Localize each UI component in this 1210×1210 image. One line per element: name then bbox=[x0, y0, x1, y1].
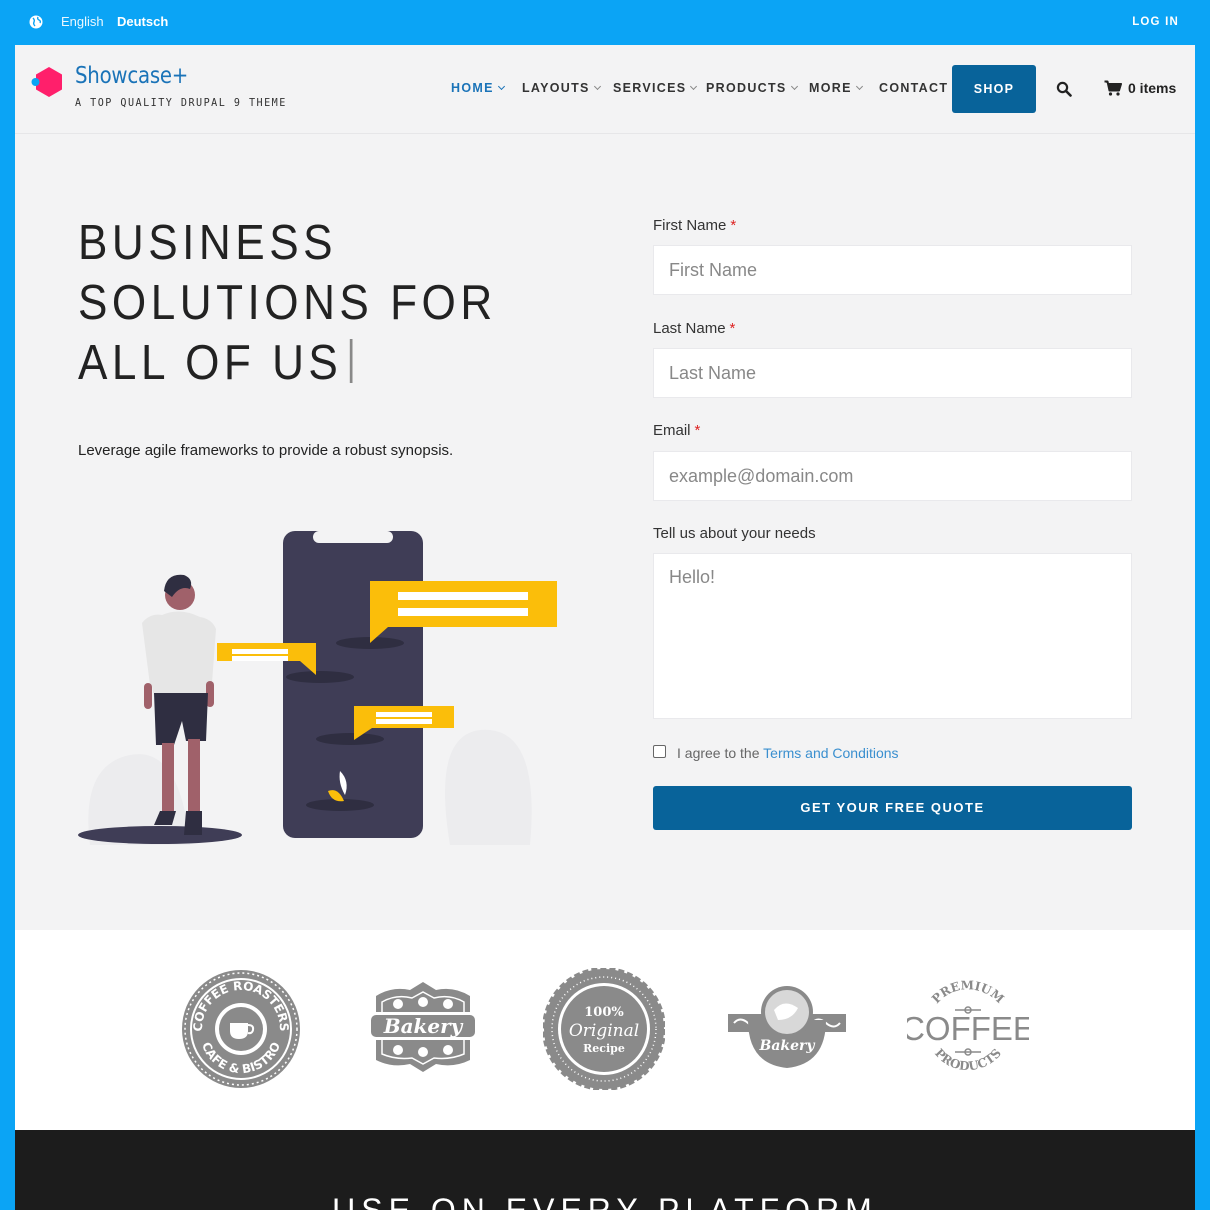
last-name-label: Last Name * bbox=[653, 320, 735, 337]
badge-text-middle: Original bbox=[569, 1021, 639, 1041]
premium-coffee-badge: PREMIUM COFFEE PRODUCTS bbox=[907, 978, 1029, 1073]
coffee-roasters-badge: COFFEE ROASTERS CAFE & BISTRO bbox=[182, 970, 300, 1088]
chevron-down-icon bbox=[790, 82, 798, 91]
required-mark: * bbox=[730, 217, 737, 234]
badge-text: Bakery bbox=[383, 1014, 464, 1038]
badge-text-bottom: PRODUCTS bbox=[932, 1046, 1004, 1073]
badge-text-top: 100% bbox=[584, 1005, 624, 1020]
cart-icon[interactable] bbox=[1104, 80, 1122, 96]
email-label-text: Email bbox=[653, 422, 691, 439]
first-name-label-text: First Name bbox=[653, 217, 727, 234]
hero-title: BUSINESS SOLUTIONS FOR ALL OF US bbox=[78, 213, 497, 393]
nav-item-label: CONTACT bbox=[879, 81, 949, 95]
platform-section: USE ON EVERY PLATFORM bbox=[15, 1130, 1195, 1210]
original-recipe-badge: 100% Original Recipe bbox=[543, 968, 665, 1090]
nav-item-home[interactable]: HOME bbox=[451, 81, 505, 97]
badge-text-top: PREMIUM bbox=[929, 978, 1007, 1006]
nav-item-services[interactable]: SERVICES bbox=[613, 81, 698, 97]
required-mark: * bbox=[694, 422, 701, 439]
site-name[interactable]: Showcase+ bbox=[75, 63, 188, 89]
shop-button[interactable]: SHOP bbox=[952, 65, 1036, 113]
client-logos-strip: COFFEE ROASTERS CAFE & BISTRO Bakery 100… bbox=[15, 930, 1195, 1130]
logo-hexagon-icon[interactable] bbox=[31, 65, 65, 99]
language-english-link[interactable]: English bbox=[61, 14, 104, 29]
hero-title-line: BUSINESS bbox=[78, 216, 338, 270]
nav-item-label: HOME bbox=[451, 81, 494, 95]
login-link[interactable]: LOG IN bbox=[1132, 16, 1179, 28]
first-name-input[interactable] bbox=[653, 245, 1132, 295]
nav-item-label: PRODUCTS bbox=[706, 81, 787, 95]
site-slogan: A TOP QUALITY DRUPAL 9 THEME bbox=[75, 96, 287, 109]
nav-item-products[interactable]: PRODUCTS bbox=[706, 81, 798, 97]
platform-section-title: USE ON EVERY PLATFORM bbox=[332, 1192, 878, 1210]
hero-subtitle: Leverage agile frameworks to provide a r… bbox=[78, 442, 454, 459]
terms-link[interactable]: Terms and Conditions bbox=[763, 745, 898, 761]
needs-label: Tell us about your needs bbox=[653, 525, 816, 542]
hero-title-line: ALL OF US bbox=[78, 336, 343, 390]
bakery-banner-badge: Bakery bbox=[728, 986, 846, 1068]
page-frame: Showcase+ A TOP QUALITY DRUPAL 9 THEME H… bbox=[15, 45, 1195, 1210]
nav-item-layouts[interactable]: LAYOUTS bbox=[522, 81, 601, 97]
terms-checkbox[interactable] bbox=[653, 745, 666, 758]
nav-item-label: MORE bbox=[809, 81, 852, 95]
nav-item-more[interactable]: MORE bbox=[809, 81, 863, 97]
typing-cursor bbox=[349, 339, 353, 383]
badge-text: Bakery bbox=[758, 1038, 815, 1054]
badge-text-middle: COFFEE bbox=[907, 1010, 1029, 1047]
hero-title-line-last: ALL OF US bbox=[78, 333, 497, 393]
badge-text-bottom: Recipe bbox=[583, 1042, 625, 1055]
needs-textarea[interactable] bbox=[653, 553, 1132, 719]
required-mark: * bbox=[729, 320, 736, 337]
terms-agree-text: I agree to the Terms and Conditions bbox=[677, 745, 899, 761]
cart-count[interactable]: 0 items bbox=[1128, 80, 1176, 96]
globe-icon bbox=[29, 15, 43, 29]
last-name-input[interactable] bbox=[653, 348, 1132, 398]
chevron-down-icon bbox=[690, 82, 698, 91]
chevron-down-icon bbox=[593, 82, 601, 91]
person-phone-illustration bbox=[78, 531, 557, 845]
last-name-label-text: Last Name bbox=[653, 320, 726, 337]
site-header: Showcase+ A TOP QUALITY DRUPAL 9 THEME H… bbox=[15, 45, 1195, 134]
nav-item-contact[interactable]: CONTACT bbox=[879, 81, 948, 97]
email-label: Email * bbox=[653, 422, 700, 439]
language-deutsch-link[interactable]: Deutsch bbox=[117, 14, 168, 29]
email-input[interactable] bbox=[653, 451, 1132, 501]
agree-prefix: I agree to the bbox=[677, 745, 760, 761]
search-icon[interactable] bbox=[1056, 81, 1072, 97]
top-bar: English Deutsch LOG IN bbox=[0, 0, 1210, 45]
first-name-label: First Name * bbox=[653, 217, 736, 234]
get-free-quote-button[interactable]: GET YOUR FREE QUOTE bbox=[653, 786, 1132, 830]
nav-item-label: SERVICES bbox=[613, 81, 687, 95]
bakery-badge: Bakery bbox=[368, 982, 478, 1072]
chevron-down-icon bbox=[497, 82, 505, 91]
hero-title-line: SOLUTIONS FOR bbox=[78, 276, 497, 330]
nav-item-label: LAYOUTS bbox=[522, 81, 590, 95]
chevron-down-icon bbox=[855, 82, 863, 91]
